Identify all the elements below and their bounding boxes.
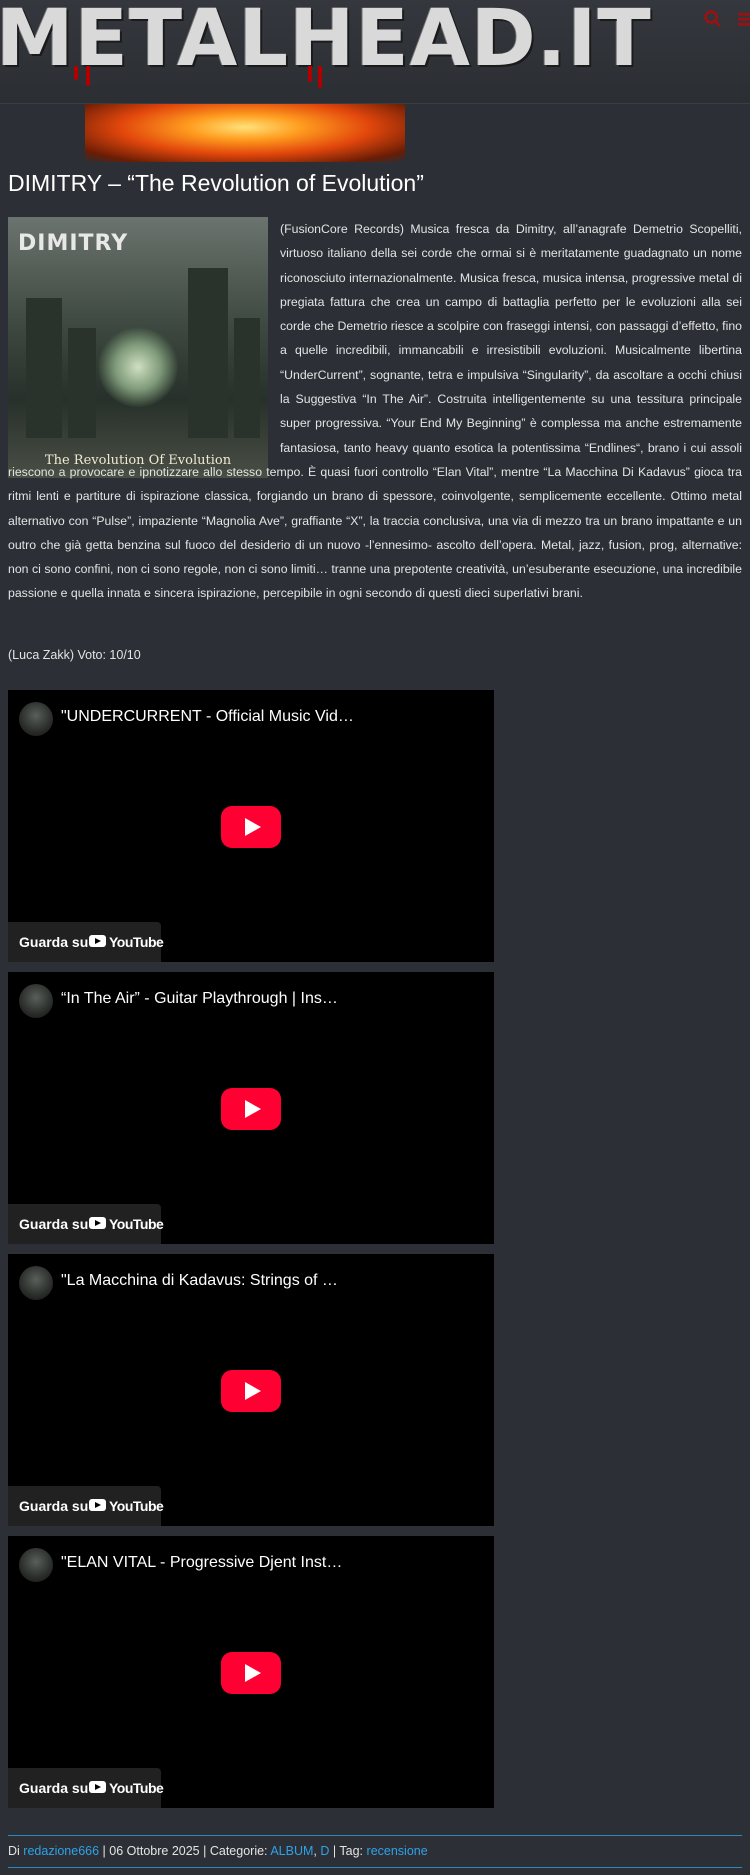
tag-link-recensione[interactable]: recensione <box>367 1844 428 1858</box>
by-label: Di <box>8 1844 20 1858</box>
youtube-icon <box>89 1499 106 1511</box>
channel-avatar[interactable] <box>19 1548 53 1582</box>
play-button[interactable] <box>221 1652 281 1694</box>
video-title[interactable]: “In The Air” - Guitar Playthrough | Ins… <box>61 990 338 1008</box>
category-comma: , <box>313 1844 317 1858</box>
category-link-d[interactable]: D <box>320 1844 329 1858</box>
watch-on-youtube-button[interactable]: Guarda su YouTube <box>8 1768 164 1808</box>
post-date: 06 Ottobre 2025 <box>109 1844 200 1858</box>
channel-avatar[interactable] <box>19 702 53 736</box>
youtube-icon <box>89 1781 106 1793</box>
channel-avatar[interactable] <box>19 984 53 1018</box>
play-button[interactable] <box>221 806 281 848</box>
youtube-icon <box>89 935 106 947</box>
video-embed[interactable]: "ELAN VITAL - Progressive Djent Inst… Gu… <box>8 1536 494 1812</box>
meta-separator: | <box>102 1844 106 1858</box>
menu-icon[interactable] <box>738 10 750 32</box>
logo-drip <box>86 66 90 86</box>
meta-separator: | <box>203 1844 207 1858</box>
youtube-label: YouTube <box>109 1216 164 1232</box>
video-title[interactable]: "UNDERCURRENT - Official Music Vid… <box>61 708 354 726</box>
post-meta: Di redazione666 | 06 Ottobre 2025 | Cate… <box>8 1835 742 1868</box>
watch-label: Guarda su <box>19 934 89 950</box>
watch-label: Guarda su <box>19 1498 89 1514</box>
youtube-label: YouTube <box>109 1498 164 1514</box>
watch-label: Guarda su <box>19 1780 89 1796</box>
fire-banner <box>85 104 405 162</box>
category-link-album[interactable]: ALBUM <box>270 1844 313 1858</box>
logo-drip <box>318 66 322 88</box>
logo-drip <box>74 66 78 80</box>
categories-label: Categorie: <box>209 1844 268 1858</box>
video-title[interactable]: "La Macchina di Kadavus: Strings of … <box>61 1272 338 1290</box>
channel-avatar[interactable] <box>19 1266 53 1300</box>
author-link[interactable]: redazione666 <box>23 1844 99 1858</box>
logo-drip <box>308 66 312 82</box>
watch-label: Guarda su <box>19 1216 89 1232</box>
watch-on-youtube-button[interactable]: Guarda su YouTube <box>8 922 164 962</box>
article-title: DIMITRY – “The Revolution of Evolution” <box>8 170 424 196</box>
play-button[interactable] <box>221 1088 281 1130</box>
tags-label: Tag: <box>339 1844 364 1858</box>
review-author-score: (Luca Zakk) Voto: 10/10 <box>8 648 141 662</box>
video-title[interactable]: "ELAN VITAL - Progressive Djent Inst… <box>61 1554 342 1572</box>
site-header: METALHEAD.IT <box>0 0 750 104</box>
watch-on-youtube-button[interactable]: Guarda su YouTube <box>8 1204 164 1244</box>
cover-float-space <box>8 217 280 457</box>
youtube-label: YouTube <box>109 934 164 950</box>
youtube-label: YouTube <box>109 1780 164 1796</box>
video-embed[interactable]: "UNDERCURRENT - Official Music Vid… Guar… <box>8 690 494 966</box>
play-button[interactable] <box>221 1370 281 1412</box>
video-embed[interactable]: "La Macchina di Kadavus: Strings of … Gu… <box>8 1254 494 1530</box>
youtube-icon <box>89 1217 106 1229</box>
meta-separator: | <box>332 1844 337 1858</box>
video-embed[interactable]: “In The Air” - Guitar Playthrough | Ins…… <box>8 972 494 1248</box>
site-logo[interactable]: METALHEAD.IT <box>0 0 652 84</box>
search-icon[interactable] <box>704 10 722 32</box>
watch-on-youtube-button[interactable]: Guarda su YouTube <box>8 1486 164 1526</box>
review-body: (FusionCore Records) Musica fresca da Di… <box>8 217 742 606</box>
